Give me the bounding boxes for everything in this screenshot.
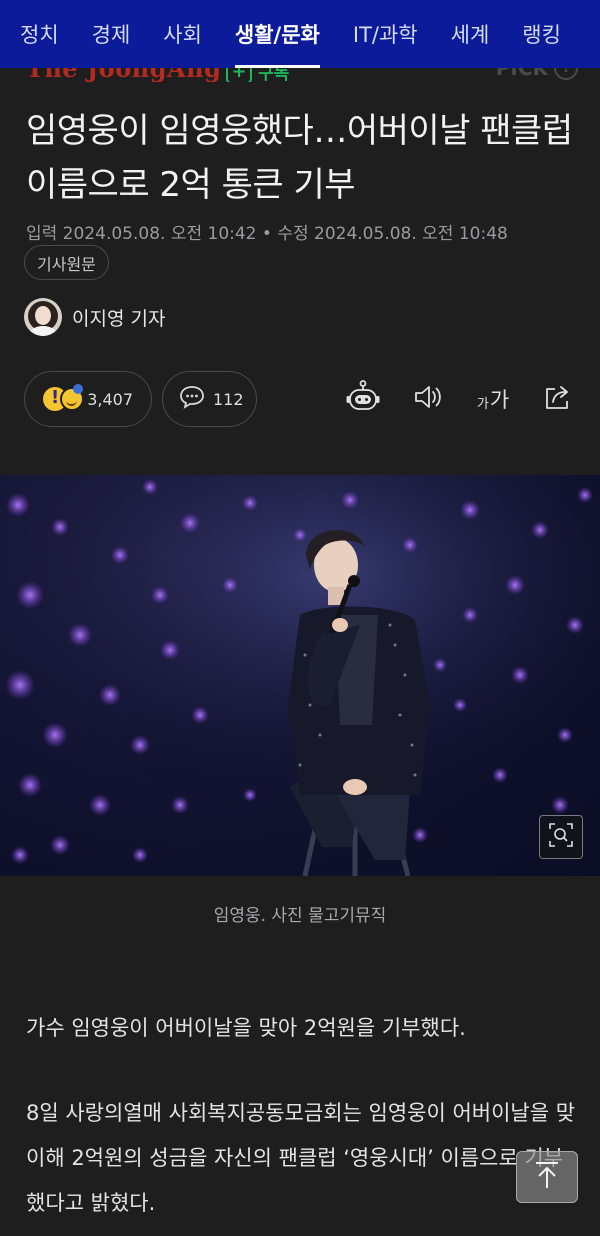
font-size-small-label: 가 xyxy=(476,396,489,412)
category-nav: 정치 경제 사회 생활/문화 IT/과학 세계 랭킹 xyxy=(0,0,600,68)
font-size-large-label: 가 xyxy=(489,388,510,412)
nav-item-world[interactable]: 세계 xyxy=(451,0,490,68)
summary-bot-button[interactable] xyxy=(340,376,386,422)
comment-count: 112 xyxy=(213,389,244,409)
nav-item-politics[interactable]: 정치 xyxy=(20,0,59,68)
scroll-to-top-button[interactable] xyxy=(516,1151,578,1203)
nav-item-it-science[interactable]: IT/과학 xyxy=(353,0,418,68)
article-dates: 입력 2024.05.08. 오전 10:42 • 수정 2024.05.08.… xyxy=(26,224,508,244)
photo-zoom-button[interactable] xyxy=(539,815,583,859)
comment-icon xyxy=(179,385,205,413)
photo-caption: 임영웅. 사진 물고기뮤직 xyxy=(213,906,387,926)
listen-button[interactable] xyxy=(405,376,451,422)
reaction-emoji-icon xyxy=(43,384,84,414)
share-icon xyxy=(543,383,573,415)
article-photo[interactable] xyxy=(0,475,600,876)
article-paragraph-1: 가수 임영웅이 어버이날을 맞아 2억원을 기부했다. xyxy=(26,1016,466,1040)
reaction-button[interactable]: 3,407 xyxy=(24,371,152,427)
arrow-up-icon xyxy=(533,1160,561,1194)
speaker-icon xyxy=(412,383,444,415)
nav-item-economy[interactable]: 경제 xyxy=(92,0,131,68)
nav-item-ranking[interactable]: 랭킹 xyxy=(522,0,561,68)
font-size-button[interactable]: 가가 xyxy=(470,376,516,422)
reporter-name: 이지영 기자 xyxy=(72,307,166,330)
reaction-count: 3,407 xyxy=(87,389,133,409)
share-button[interactable] xyxy=(535,376,581,422)
nav-item-life-culture[interactable]: 생활/문화 xyxy=(234,0,320,68)
zoom-search-icon xyxy=(548,822,574,852)
original-article-button[interactable]: 기사원문 xyxy=(24,245,109,280)
article-headline: 임영웅이 임영웅했다…어버이날 팬클럽 이름으로 2억 통큰 기부 xyxy=(26,111,573,205)
comment-button[interactable]: 112 xyxy=(162,371,257,427)
article-paragraph-2: 8일 사랑의열매 사회복지공동모금회는 임영웅이 어버이날을 맞이해 2억원의 … xyxy=(26,1101,576,1215)
reporter-info[interactable]: 이지영 기자 xyxy=(24,298,165,336)
robot-icon xyxy=(345,380,381,418)
reporter-avatar xyxy=(24,298,62,336)
nav-item-society[interactable]: 사회 xyxy=(163,0,202,68)
